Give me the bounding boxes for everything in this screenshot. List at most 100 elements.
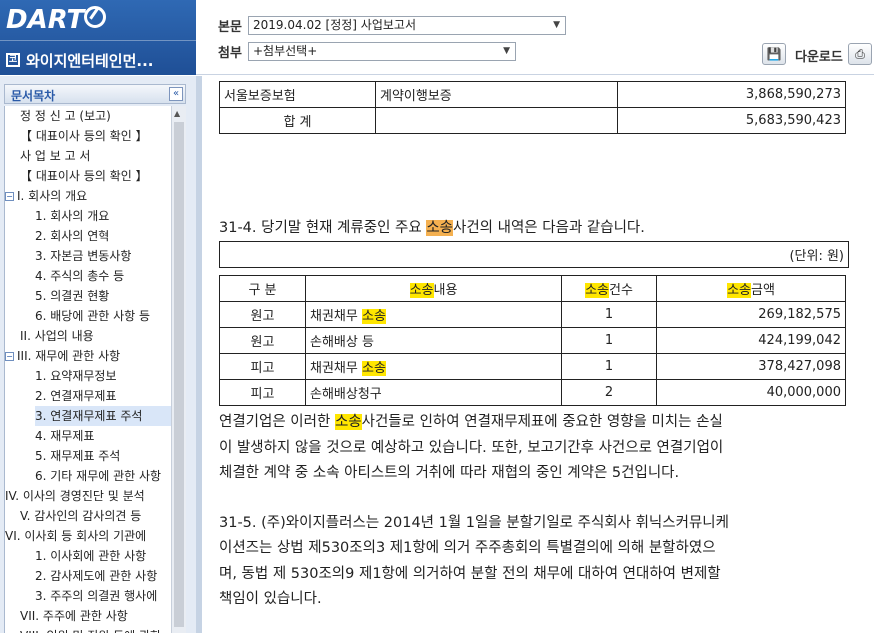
download-button[interactable]: 다운로드 [795, 46, 843, 65]
toc-item[interactable]: IV. 이사의 경영진단 및 분석 [5, 486, 172, 506]
toc-item[interactable]: 4. 재무제표 [35, 426, 172, 446]
toc-item[interactable]: V. 감사인의 감사의견 등 [20, 506, 172, 526]
body-report-select[interactable]: 2019.04.02 [정정] 사업보고서 ▼ [248, 16, 566, 35]
toc-item-label: V. 감사인의 감사의견 등 [20, 509, 142, 523]
toc-item[interactable]: 5. 의결권 현황 [35, 286, 172, 306]
toc-item[interactable]: 3. 주주의 의결권 행사에 [35, 586, 172, 606]
table-cell: 계약이행보증 [375, 81, 618, 108]
toc-item-label: 4. 재무제표 [35, 429, 95, 443]
toc-item-label: 4. 주식의 총수 등 [35, 269, 125, 283]
toc-item[interactable]: 2. 연결재무제표 [35, 386, 172, 406]
collapse-icon[interactable]: « [169, 87, 183, 101]
table-row: 서울보증보험 계약이행보증 3,868,590,273 [219, 81, 846, 108]
table-cell: 서울보증보험 [219, 81, 376, 108]
toc-item-label: II. 사업의 내용 [20, 329, 94, 343]
lawsuit-type-cell: 원고 [219, 327, 306, 354]
collapse-toggle-icon[interactable]: − [5, 352, 14, 361]
body-report-value: 2019.04.02 [정정] 사업보고서 [253, 18, 416, 32]
section-31-4-heading: 31-4. 당기말 현재 계류중인 주요 소송사건의 내역은 다음과 같습니다. [219, 215, 645, 241]
header-cell: 소송건수 [561, 275, 657, 302]
toc-item[interactable]: 1. 이사회에 관한 사항 [35, 546, 172, 566]
logo-divider [0, 40, 196, 41]
lawsuit-type-cell: 원고 [219, 301, 306, 328]
logo-area: DART 코 와이지엔터테인먼... [0, 0, 196, 75]
toc-item[interactable]: VIII. 임원 및 직원 등에 관한 [20, 626, 172, 633]
paragraph-line: 며, 동법 제 530조의9 제1항에 의거하여 분할 전의 채무에 대하여 연… [219, 566, 721, 582]
toc-item[interactable]: 정 정 신 고 (보고) [20, 106, 172, 126]
content-text: 채권채무 [310, 361, 362, 376]
total-value-cell: 5,683,590,423 [617, 107, 846, 134]
save-icon[interactable]: 💾 [762, 43, 786, 65]
attach-label: 첨부 [218, 46, 242, 61]
toc-item[interactable]: VII. 주주에 관한 사항 [20, 606, 172, 626]
header-text: 내용 [433, 283, 458, 298]
toc-item[interactable]: 4. 주식의 총수 등 [35, 266, 172, 286]
lawsuit-amount-cell: 424,199,042 [656, 327, 846, 354]
toc-item[interactable]: − I. 회사의 개요 [5, 186, 172, 206]
toc-item-label: 2. 연결재무제표 [35, 389, 117, 403]
header-cell: 소송내용 [305, 275, 562, 302]
table-header-row: 구 분 소송내용 소송건수 소송금액 [219, 275, 846, 302]
toc-item[interactable]: 2. 감사제도에 관한 사항 [35, 566, 172, 586]
paragraph-line: 체결한 계약 중 소속 아티스트의 거취에 따라 재협의 중인 계약은 5건입니… [219, 465, 680, 481]
toc-item-label: 5. 재무제표 주석 [35, 449, 121, 463]
toc-item-label: 【 대표이사 등의 확인 】 [20, 169, 148, 183]
header-cell: 구 분 [219, 275, 306, 302]
toc-item[interactable]: II. 사업의 내용 [20, 326, 172, 346]
toc-item[interactable]: 3. 자본금 변동사항 [35, 246, 172, 266]
scroll-up-icon[interactable]: ▲ [174, 109, 180, 118]
lawsuit-amount-cell: 378,427,098 [656, 353, 846, 380]
toc-item[interactable]: 6. 배당에 관한 사항 등 [35, 306, 172, 326]
toc-item[interactable]: 【 대표이사 등의 확인 】 [20, 166, 172, 186]
header-text: 금액 [751, 283, 775, 298]
lawsuit-content-cell: 손해배상청구 [305, 379, 562, 406]
paragraph-text: 연결기업은 이러한 [219, 414, 335, 430]
toc-item-label: 사 업 보 고 서 [20, 149, 91, 163]
search-highlight: 소송 [409, 283, 434, 298]
table-row: 피고 채권채무 소송 1 378,427,098 [219, 353, 846, 380]
toc-item[interactable]: 【 대표이사 등의 확인 】 [20, 126, 172, 146]
toc-scrollbar[interactable]: ▲ [171, 106, 186, 633]
collapse-toggle-icon[interactable]: − [5, 192, 14, 201]
heading-text: 사건의 내역은 다음과 같습니다. [453, 220, 645, 236]
table-row: (단위: 원) [219, 241, 849, 268]
toc-item[interactable]: 1. 회사의 개요 [35, 206, 172, 226]
toc-item-label: 【 대표이사 등의 확인 】 [20, 129, 148, 143]
toc-item[interactable]: 3. 연결재무제표 주석 [35, 406, 172, 426]
toc-item-label: 1. 이사회에 관한 사항 [35, 549, 147, 563]
toc-item-label: 6. 배당에 관한 사항 등 [35, 309, 151, 323]
toc-item-label: 5. 의결권 현황 [35, 289, 110, 303]
attachment-value: +첨부선택+ [253, 44, 318, 58]
chevron-down-icon: ▼ [553, 20, 560, 30]
unit-table: (단위: 원) [219, 241, 849, 268]
toc-item[interactable]: 사 업 보 고 서 [20, 146, 172, 166]
toc-item[interactable]: 5. 재무제표 주석 [35, 446, 172, 466]
paragraph-text: 사건들로 인하여 연결재무제표에 중요한 영향을 미치는 손실 [361, 414, 723, 430]
toc-item[interactable]: 2. 회사의 연혁 [35, 226, 172, 246]
toc-item-label: 1. 요약재무정보 [35, 369, 117, 383]
logo-mark-icon [84, 6, 106, 28]
toc-tree: 정 정 신 고 (보고) 【 대표이사 등의 확인 】 사 업 보 고 서 【 대표이… [4, 106, 186, 633]
toc-item[interactable]: 1. 요약재무정보 [35, 366, 172, 386]
company-name: 와이지엔터테인먼... [26, 52, 154, 70]
lawsuit-type-cell: 피고 [219, 379, 306, 406]
table-row: 합 계 5,683,590,423 [219, 107, 846, 134]
lawsuit-count-cell: 1 [561, 353, 657, 380]
unit-cell: (단위: 원) [219, 241, 849, 268]
lawsuit-count-cell: 1 [561, 327, 657, 354]
company-type-icon: 코 [6, 53, 20, 67]
toc-item[interactable]: VI. 이사회 등 회사의 기관에 [5, 526, 172, 546]
attachment-select[interactable]: +첨부선택+ ▼ [248, 42, 516, 61]
header-cell: 소송금액 [656, 275, 846, 302]
paragraph-line: 31-5. (주)와이지플러스는 2014년 1월 1일을 분할기일로 주식회사… [219, 515, 729, 531]
scroll-thumb[interactable] [174, 122, 184, 627]
toc-item[interactable]: − III. 재무에 관한 사항 [5, 346, 172, 366]
dart-logo[interactable]: DART [6, 5, 84, 35]
toc-item[interactable]: 6. 기타 재무에 관한 사항 [35, 466, 172, 486]
lawsuit-content-cell: 손해배상 등 [305, 327, 562, 354]
print-icon[interactable]: ⎙ [848, 43, 872, 65]
body-label: 본문 [218, 20, 242, 35]
total-label-cell: 합 계 [219, 107, 376, 134]
search-highlight: 소송 [334, 414, 362, 430]
table-cell [375, 107, 618, 134]
